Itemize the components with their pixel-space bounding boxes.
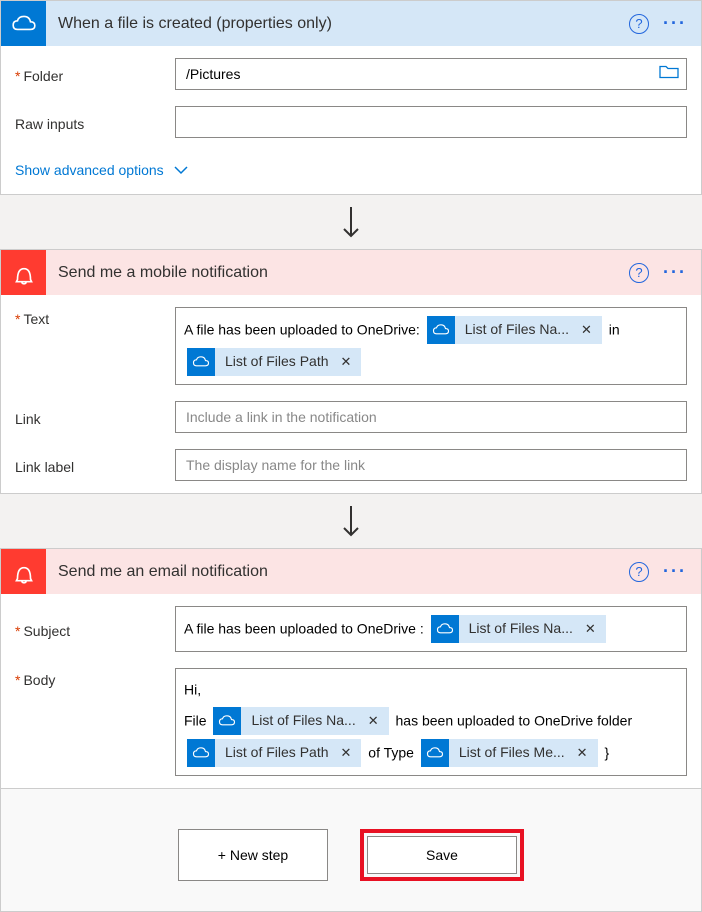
raw-inputs-label: Raw inputs bbox=[15, 112, 175, 132]
onedrive-icon bbox=[187, 348, 215, 376]
new-step-button[interactable]: + New step bbox=[178, 829, 328, 881]
more-menu-icon[interactable]: ··· bbox=[663, 561, 687, 582]
token-files-path[interactable]: List of Files Path ✕ bbox=[187, 348, 361, 376]
text-input[interactable]: A file has been uploaded to OneDrive: Li… bbox=[175, 307, 687, 385]
trigger-title: When a file is created (properties only) bbox=[46, 15, 629, 33]
help-icon[interactable]: ? bbox=[629, 14, 649, 34]
action-email-body: *Subject A file has been uploaded to One… bbox=[1, 594, 701, 788]
trigger-header[interactable]: When a file is created (properties only)… bbox=[1, 1, 701, 46]
chevron-down-icon bbox=[174, 162, 188, 178]
action-mobile-title: Send me a mobile notification bbox=[46, 264, 629, 282]
footer-actions: + New step Save bbox=[0, 789, 702, 912]
token-files-path[interactable]: List of Files Path ✕ bbox=[187, 739, 361, 767]
token-remove-icon[interactable]: ✕ bbox=[573, 739, 598, 766]
onedrive-icon bbox=[1, 1, 46, 46]
raw-inputs-input[interactable] bbox=[175, 106, 687, 138]
bell-icon bbox=[1, 549, 46, 594]
help-icon[interactable]: ? bbox=[629, 263, 649, 283]
action-mobile-card: Send me a mobile notification ? ··· *Tex… bbox=[0, 249, 702, 494]
more-menu-icon[interactable]: ··· bbox=[663, 262, 687, 283]
link-input[interactable] bbox=[175, 401, 687, 433]
save-button[interactable]: Save bbox=[367, 836, 517, 874]
show-advanced-link[interactable]: Show advanced options bbox=[15, 154, 687, 182]
token-files-name[interactable]: List of Files Na... ✕ bbox=[431, 615, 606, 643]
folder-input[interactable] bbox=[175, 58, 687, 90]
more-menu-icon[interactable]: ··· bbox=[663, 13, 687, 34]
flow-arrow bbox=[0, 494, 702, 548]
token-files-name[interactable]: List of Files Na... ✕ bbox=[213, 707, 388, 735]
body-label: *Body bbox=[15, 668, 175, 688]
action-mobile-body: *Text A file has been uploaded to OneDri… bbox=[1, 295, 701, 493]
help-icon[interactable]: ? bbox=[629, 562, 649, 582]
trigger-body: *Folder Raw inputs Show advanced options bbox=[1, 46, 701, 194]
folder-picker-icon[interactable] bbox=[659, 64, 679, 85]
folder-label: *Folder bbox=[15, 64, 175, 84]
onedrive-icon bbox=[213, 707, 241, 735]
body-input[interactable]: Hi, File List of Files Na... ✕ has been … bbox=[175, 668, 687, 776]
link-label: Link bbox=[15, 407, 175, 427]
token-remove-icon[interactable]: ✕ bbox=[577, 316, 602, 343]
onedrive-icon bbox=[187, 739, 215, 767]
flow-arrow bbox=[0, 195, 702, 249]
token-remove-icon[interactable]: ✕ bbox=[364, 707, 389, 734]
bell-icon bbox=[1, 250, 46, 295]
onedrive-icon bbox=[427, 316, 455, 344]
onedrive-icon bbox=[421, 739, 449, 767]
link-label-label: Link label bbox=[15, 455, 175, 475]
trigger-card: When a file is created (properties only)… bbox=[0, 0, 702, 195]
token-remove-icon[interactable]: ✕ bbox=[337, 348, 362, 375]
subject-input[interactable]: A file has been uploaded to OneDrive : L… bbox=[175, 606, 687, 652]
action-email-title: Send me an email notification bbox=[46, 563, 629, 581]
token-files-name[interactable]: List of Files Na... ✕ bbox=[427, 316, 602, 344]
link-label-input[interactable] bbox=[175, 449, 687, 481]
action-email-card: Send me an email notification ? ··· *Sub… bbox=[0, 548, 702, 789]
token-remove-icon[interactable]: ✕ bbox=[581, 615, 606, 642]
onedrive-icon bbox=[431, 615, 459, 643]
action-mobile-header[interactable]: Send me a mobile notification ? ··· bbox=[1, 250, 701, 295]
action-email-header[interactable]: Send me an email notification ? ··· bbox=[1, 549, 701, 594]
subject-label: *Subject bbox=[15, 619, 175, 639]
token-remove-icon[interactable]: ✕ bbox=[337, 739, 362, 766]
save-highlight: Save bbox=[360, 829, 524, 881]
token-files-media[interactable]: List of Files Me... ✕ bbox=[421, 739, 598, 767]
text-label: *Text bbox=[15, 307, 175, 327]
